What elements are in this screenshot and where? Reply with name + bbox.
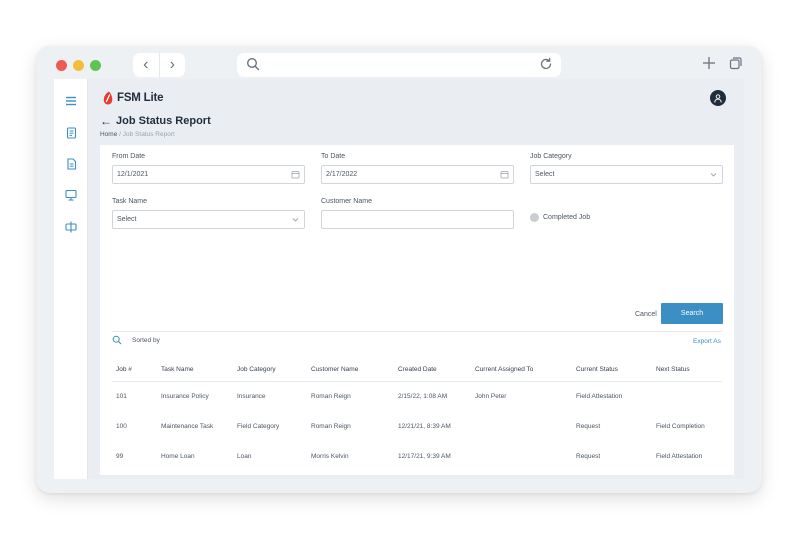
close-window-button[interactable]: [56, 60, 67, 71]
breadcrumb-home[interactable]: Home: [100, 131, 117, 138]
chevron-down-icon: [292, 218, 299, 222]
minimize-window-button[interactable]: [73, 60, 84, 71]
search-icon[interactable]: [112, 335, 122, 345]
cell-task-name: Home Loan: [161, 453, 195, 460]
completed-job-radio[interactable]: [530, 213, 539, 222]
job-category-value: Select: [535, 171, 555, 178]
logo-icon: [103, 91, 113, 105]
cell-customer-name: Roman Reign: [311, 423, 351, 430]
sidebar: [54, 79, 88, 479]
browser-nav-buttons: ‹ ›: [133, 53, 185, 77]
from-date-value: 12/1/2021: [117, 171, 149, 178]
maximize-window-button[interactable]: [90, 60, 101, 71]
completed-job-toggle[interactable]: Completed Job: [530, 213, 590, 222]
breadcrumb: Home / Job Status Report: [100, 131, 175, 138]
browser-window: ‹ › FSM Lite ← Job Status Report Home / …: [36, 46, 762, 493]
cell-customer-name: Morris Kelvin: [311, 453, 349, 460]
cell-job-category: Field Category: [237, 423, 280, 430]
cell-job-category: Loan: [237, 453, 252, 460]
cell-job-number: 101: [116, 393, 127, 400]
to-date-field[interactable]: 2/17/2022: [321, 165, 514, 184]
task-name-value: Select: [117, 216, 137, 223]
search-icon: [246, 57, 260, 71]
split-icon[interactable]: [63, 219, 79, 235]
report-card: From Date 12/1/2021 To Date 2/17/2022 Jo…: [100, 145, 734, 475]
column-header-current-status[interactable]: Current Status: [576, 366, 618, 373]
cell-next-status: Field Attestation: [656, 453, 703, 460]
completed-job-label: Completed Job: [543, 214, 591, 221]
to-date-value: 2/17/2022: [326, 171, 358, 178]
export-as-link[interactable]: Export As: [693, 338, 721, 345]
menu-icon[interactable]: [63, 93, 79, 109]
table-header-divider: [112, 381, 722, 382]
column-header-created-date[interactable]: Created Date: [398, 366, 437, 373]
cell-current-assigned-to: John Peter: [475, 393, 507, 400]
chevron-down-icon: [710, 173, 717, 177]
back-arrow-icon[interactable]: ←: [100, 115, 112, 127]
cell-job-number: 100: [116, 423, 127, 430]
column-header-task-name[interactable]: Task Name: [161, 366, 194, 373]
customer-name-label: Customer Name: [321, 198, 372, 205]
column-header-current-assigned-to[interactable]: Current Assigned To: [475, 366, 533, 373]
to-date-label: To Date: [321, 153, 346, 160]
cell-job-number: 99: [116, 453, 124, 460]
from-date-field[interactable]: 12/1/2021: [112, 165, 305, 184]
address-bar[interactable]: [237, 53, 561, 77]
user-icon: [714, 93, 722, 103]
chevron-left-icon[interactable]: ‹: [133, 53, 160, 77]
page-header: FSM Lite ← Job Status Report Home / Job …: [88, 79, 744, 145]
cell-current-status: Request: [576, 453, 601, 460]
column-header-next-status[interactable]: Next Status: [656, 366, 690, 373]
app-viewport: FSM Lite ← Job Status Report Home / Job …: [54, 79, 744, 479]
cell-job-category: Insurance: [237, 393, 266, 400]
document-icon[interactable]: [63, 156, 79, 172]
logo-text: FSM Lite: [117, 92, 164, 104]
reload-icon[interactable]: [539, 57, 553, 71]
task-name-select[interactable]: Select: [112, 210, 305, 229]
calendar-icon[interactable]: [291, 170, 300, 179]
job-category-label: Job Category: [530, 153, 572, 160]
reports-icon[interactable]: [63, 125, 79, 141]
cell-created-date: 2/15/22, 1:08 AM: [398, 393, 448, 400]
column-header-customer-name[interactable]: Customer Name: [311, 366, 358, 373]
cell-task-name: Insurance Policy: [161, 393, 209, 400]
from-date-label: From Date: [112, 153, 146, 160]
search-button[interactable]: Search: [661, 303, 723, 324]
plus-icon[interactable]: [701, 55, 717, 71]
page-title-row: ← Job Status Report: [100, 115, 211, 127]
cell-next-status: Field Completion: [656, 423, 705, 430]
cell-task-name: Maintenance Task: [161, 423, 214, 430]
user-avatar[interactable]: [710, 90, 726, 106]
customer-name-input[interactable]: [321, 210, 514, 229]
column-header-job-category[interactable]: Job Category: [237, 366, 276, 373]
sort-row: Sorted by: [112, 335, 160, 345]
job-category-select[interactable]: Select: [530, 165, 723, 184]
page-title: Job Status Report: [116, 115, 211, 127]
cancel-button[interactable]: Cancel: [635, 311, 657, 318]
cell-current-status: Request: [576, 423, 601, 430]
cell-created-date: 12/21/21, 8:39 AM: [398, 423, 451, 430]
cell-customer-name: Roman Reign: [311, 393, 351, 400]
cell-created-date: 12/17/21, 9:39 AM: [398, 453, 451, 460]
sorted-by-label[interactable]: Sorted by: [132, 337, 160, 344]
monitor-icon[interactable]: [63, 187, 79, 203]
task-name-label: Task Name: [112, 198, 148, 205]
column-header-job-number[interactable]: Job #: [116, 366, 132, 373]
calendar-icon[interactable]: [500, 170, 509, 179]
cell-current-status: Field Attestation: [576, 393, 623, 400]
app-logo[interactable]: FSM Lite: [102, 91, 164, 105]
breadcrumb-current: Job Status Report: [122, 131, 175, 138]
divider: [112, 331, 722, 332]
chevron-right-icon[interactable]: ›: [160, 53, 186, 77]
tabs-icon[interactable]: [729, 56, 743, 70]
